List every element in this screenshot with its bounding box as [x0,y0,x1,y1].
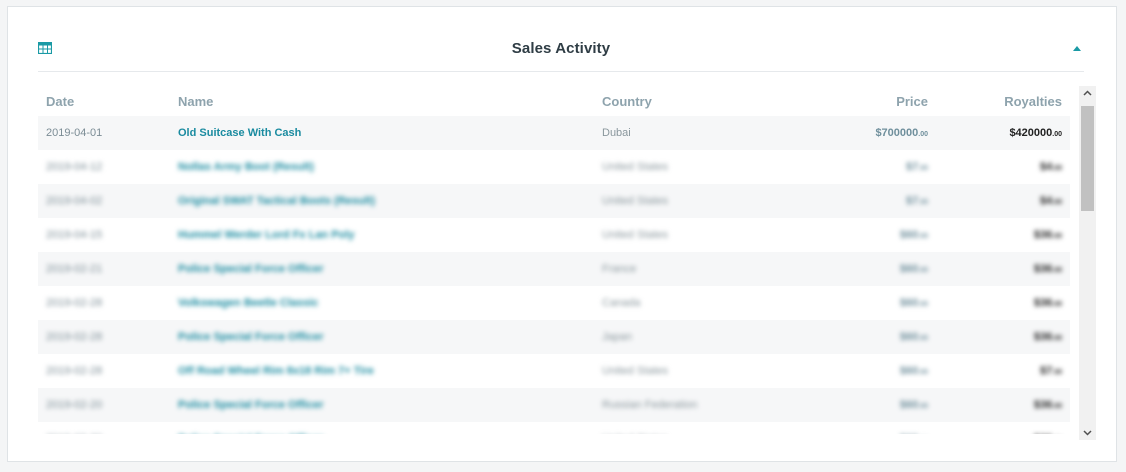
cents-label: .00 [1052,403,1062,410]
cell-date: 2019-02-20 [46,399,103,411]
cents-label: .00 [1052,369,1062,376]
table-row: 2019-02-28 Police Special Force Officer Ja… [38,320,1070,354]
card-title: Sales Activity [511,40,611,57]
cell-royalties: $7.00 [1040,365,1062,377]
sales-activity-card: Sales Activity Date Name Country Price R… [7,6,1117,462]
cell-royalties: $36.00 [1033,399,1062,411]
cents-label: .00 [1052,165,1062,172]
column-header-name[interactable]: Name [170,86,594,116]
cell-date: 2019-04-01 [46,127,103,139]
cell-name-link[interactable]: Police Special Force Officer [170,252,594,286]
cell-country: Dubai [602,127,631,139]
column-header-country[interactable]: Country [594,86,814,116]
cell-royalties: $36.00 [1033,297,1062,309]
cell-price: $60.00 [899,331,928,343]
cell-royalties: $36.00 [1033,263,1062,275]
cell-date: 2019-02-28 [46,365,103,377]
table-row: 2019-04-15 Hummel Werder Lord Fx Lan Poly… [38,218,1070,252]
scroll-up-arrow-icon[interactable] [1079,86,1096,100]
table-row: 2019-04-02 Original SWAT Tactical Boots (… [38,184,1070,218]
table-row: 2019-02-20 Police Special Force Officer Ru… [38,388,1070,422]
cents-label: .00 [918,131,928,138]
cell-royalties: $4.00 [1040,161,1062,173]
cell-country: United States [602,229,669,241]
cell-country: United States [602,195,669,207]
cents-label: .00 [1052,131,1062,138]
cell-price: $7.00 [906,161,928,173]
cents-label: .00 [1052,301,1062,308]
cell-country: Russian Federation [602,399,698,411]
table-row: 2019-02-20Police Special Force OfficerUn… [38,422,1070,434]
cents-label: .00 [918,233,928,240]
cell-country: United States [602,161,669,173]
cell-name-link[interactable]: Nollas Army Boot (Result) [170,150,594,184]
scrollbar-thumb[interactable] [1081,106,1094,211]
cell-name-link[interactable]: Old Suitcase With Cash [170,116,594,150]
column-header-date[interactable]: Date [38,86,170,116]
cents-label: .00 [918,335,928,342]
cell-name-link[interactable]: Police Special Force Officer [170,422,594,434]
cell-price: $60.00 [814,422,938,434]
cell-date: 2019-02-21 [46,263,103,275]
cell-country: Japan [602,331,632,343]
cell-country: United States [594,422,814,434]
cell-date: 2019-04-15 [46,229,103,241]
table-row: 2019-02-21 Police Special Force Officer Fr… [38,252,1070,286]
cell-price: $60.00 [899,365,928,377]
cents-label: .00 [1052,267,1062,274]
cell-name-link[interactable]: Volkswagen Beetle Classic [170,286,594,320]
cell-date: 2019-04-02 [46,195,103,207]
cell-date: 2019-02-28 [46,331,103,343]
table-row: 2019-02-28 Off Road Wheel Rim 8x18 Rim 7+… [38,354,1070,388]
cell-royalties: $4.00 [1040,195,1062,207]
cell-country: Canada [602,297,641,309]
cell-price: $60.00 [899,297,928,309]
caret-up-icon[interactable] [1070,43,1084,53]
table-header-row: Date Name Country Price Royalties [38,86,1070,116]
table-row: 2019-04-01 Old Suitcase With Cash Dubai $70… [38,116,1070,150]
cell-country: United States [602,365,669,377]
column-header-price[interactable]: Price [814,86,938,116]
cents-label: .00 [918,369,928,376]
cents-label: .00 [1052,233,1062,240]
table-row: 2019-02-28 Volkswagen Beetle Classic Canad… [38,286,1070,320]
cell-price: $60.00 [899,229,928,241]
cents-label: .00 [918,301,928,308]
cell-price: $700000.00 [875,127,928,139]
cell-date: 2019-02-28 [46,297,103,309]
sales-table: Date Name Country Price Royalties 2019-0… [38,86,1070,434]
cents-label: .00 [918,199,928,206]
cell-date: 2019-02-20 [38,422,170,434]
column-header-royalties[interactable]: Royalties [938,86,1070,116]
sales-table-container: Date Name Country Price Royalties 2019-0… [38,86,1086,434]
card-header: Sales Activity [38,31,1084,72]
cell-name-link[interactable]: Police Special Force Officer [170,320,594,354]
cents-label: .00 [918,403,928,410]
cell-price: $7.00 [906,195,928,207]
cell-royalties: $420000.00 [1009,127,1062,139]
cell-name-link[interactable]: Police Special Force Officer [170,388,594,422]
cell-price: $60.00 [899,263,928,275]
cell-royalties: $36.00 [1033,331,1062,343]
cents-label: .00 [1052,199,1062,206]
cell-royalties: $36.00 [1033,229,1062,241]
scroll-down-arrow-icon[interactable] [1079,426,1096,440]
cell-name-link[interactable]: Off Road Wheel Rim 8x18 Rim 7+ Tire [170,354,594,388]
cell-name-link[interactable]: Hummel Werder Lord Fx Lan Poly [170,218,594,252]
cents-label: .00 [1052,335,1062,342]
vertical-scrollbar[interactable] [1079,86,1096,440]
cell-name-link[interactable]: Original SWAT Tactical Boots (Result) [170,184,594,218]
cents-label: .00 [918,165,928,172]
cents-label: .00 [918,267,928,274]
cell-country: France [602,263,637,275]
cell-date: 2019-04-12 [46,161,103,173]
cell-royalties: $36.00 [938,422,1070,434]
cell-price: $60.00 [899,399,928,411]
table-row: 2019-04-12 Nollas Army Boot (Result) Unite… [38,150,1070,184]
